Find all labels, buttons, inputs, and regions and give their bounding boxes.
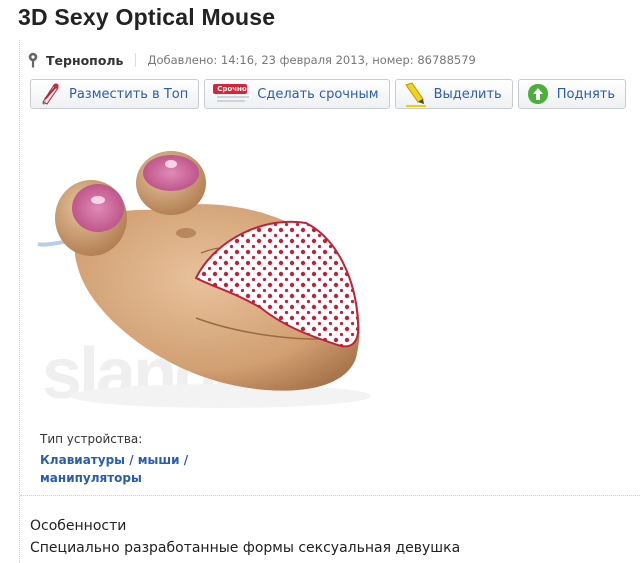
listing-meta: Тернополь Добавлено: 14:16, 23 февраля 2… — [26, 50, 476, 70]
urgent-icon: Срочно — [211, 81, 251, 107]
highlight-icon — [402, 81, 428, 107]
make-urgent-label: Сделать срочным — [257, 86, 379, 102]
urgent-badge-text: Срочно — [217, 85, 247, 93]
product-photo[interactable]: slando — [36, 128, 386, 418]
listing-title: 3D Sexy Optical Mouse — [18, 4, 276, 30]
promote-top-button[interactable]: Разместить в Топ — [30, 79, 200, 109]
features-heading: Особенности — [30, 518, 127, 534]
section-divider — [20, 495, 640, 496]
raise-label: Поднять — [556, 86, 616, 102]
highlight-button[interactable]: Выделить — [394, 79, 513, 109]
meta-separator — [135, 53, 137, 67]
promote-top-label: Разместить в Топ — [69, 86, 189, 102]
promote-icon — [37, 81, 63, 107]
raise-button[interactable]: Поднять — [517, 79, 627, 109]
location-pin-icon — [28, 52, 38, 68]
added-info: Добавлено: 14:16, 23 февраля 2013, номер… — [147, 53, 476, 67]
highlight-label: Выделить — [433, 86, 502, 102]
raise-icon — [525, 81, 551, 107]
device-type-link[interactable]: Клавиатуры / мыши / манипуляторы — [40, 451, 220, 487]
features-text: Специально разработанные формы сексуальн… — [30, 540, 461, 556]
content-frame-border — [19, 40, 20, 563]
action-toolbar: Разместить в Топ Срочно Сделать срочным … — [30, 79, 631, 109]
city-link[interactable]: Тернополь — [46, 53, 123, 68]
device-type-label: Тип устройства: — [40, 432, 143, 446]
make-urgent-button[interactable]: Срочно Сделать срочным — [204, 79, 390, 109]
